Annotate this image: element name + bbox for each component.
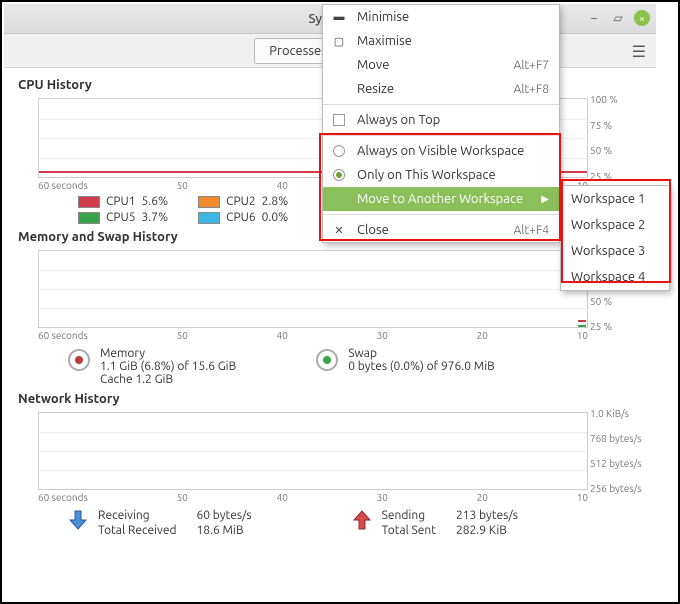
memory-label: Memory [100, 347, 236, 360]
menu-move[interactable]: MoveAlt+F7 [323, 53, 559, 77]
upload-arrow-icon [352, 509, 372, 531]
receiving-label: Receiving [98, 509, 176, 522]
swatch-cpu5 [78, 212, 100, 224]
close-icon: ✕ [331, 224, 347, 237]
menu-always-on-top[interactable]: Always on Top [323, 108, 559, 132]
total-sent-label: Total Sent [382, 524, 436, 537]
checkbox-icon [333, 114, 345, 126]
submenu-workspace-3[interactable]: Workspace 3 [561, 238, 669, 264]
maximise-button[interactable]: ▱ [610, 10, 626, 26]
submenu-workspace-2[interactable]: Workspace 2 [561, 212, 669, 238]
minimise-button[interactable]: – [586, 10, 602, 26]
memory-chart [38, 250, 588, 328]
radio-icon [333, 145, 345, 157]
swap-usage: 0 bytes (0.0%) of 976.0 MiB [348, 360, 495, 373]
sending-value: 213 bytes/s [456, 509, 518, 522]
menu-minimise[interactable]: ▬Minimise [323, 5, 559, 29]
sending-label: Sending [382, 509, 436, 522]
network-chart [38, 412, 588, 490]
memory-gauge-icon [68, 349, 90, 371]
submenu-workspace-1[interactable]: Workspace 1 [561, 186, 669, 212]
memory-section: Memory and Swap History 100 % 75 % 50 % … [18, 230, 642, 386]
menu-only-this-workspace[interactable]: Only on This Workspace [323, 163, 559, 187]
swap-gauge-icon [316, 349, 338, 371]
network-section: Network History 1.0 KiB/s 768 bytes/s 51… [18, 392, 642, 537]
menu-resize[interactable]: ResizeAlt+F8 [323, 77, 559, 101]
receiving-value: 60 bytes/s [196, 509, 251, 522]
minimise-icon: ▬ [331, 11, 347, 23]
chevron-right-icon: ▶ [541, 193, 549, 205]
memory-usage: 1.1 GiB (6.8%) of 15.6 GiB [100, 360, 236, 373]
menu-maximise[interactable]: ▢Maximise [323, 29, 559, 53]
memory-cache: Cache 1.2 GiB [100, 373, 236, 386]
workspace-submenu: Workspace 1 Workspace 2 Workspace 3 Work… [560, 185, 670, 291]
swatch-cpu6 [198, 212, 220, 224]
submenu-workspace-4[interactable]: Workspace 4 [561, 264, 669, 290]
maximise-icon: ▢ [331, 35, 347, 48]
menu-button[interactable]: ☰ [632, 42, 646, 61]
swap-label: Swap [348, 347, 495, 360]
network-title: Network History [18, 392, 642, 406]
swatch-cpu1 [78, 196, 100, 208]
total-received-label: Total Received [98, 524, 176, 537]
menu-always-visible-workspace[interactable]: Always on Visible Workspace [323, 139, 559, 163]
total-received-value: 18.6 MiB [196, 524, 251, 537]
menu-move-to-workspace[interactable]: Move to Another Workspace▶ [323, 187, 559, 211]
close-button[interactable]: × [634, 10, 650, 26]
total-sent-value: 282.9 KiB [456, 524, 518, 537]
swatch-cpu2 [198, 196, 220, 208]
menu-close[interactable]: ✕CloseAlt+F4 [323, 218, 559, 242]
window-context-menu: ▬Minimise ▢Maximise MoveAlt+F7 ResizeAlt… [322, 4, 560, 243]
download-arrow-icon [68, 509, 88, 531]
radio-selected-icon [333, 169, 345, 181]
